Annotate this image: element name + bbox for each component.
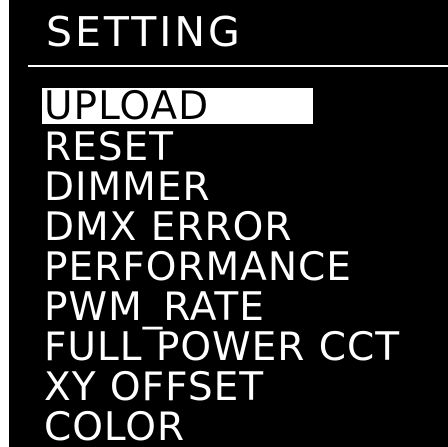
menu-item-color[interactable]: COLOR bbox=[42, 408, 400, 447]
menu-item-xy-offset[interactable]: XY OFFSET bbox=[42, 368, 400, 408]
title-divider bbox=[28, 65, 448, 67]
page-title: SETTING bbox=[46, 8, 243, 56]
menu-item-reset[interactable]: RESET bbox=[42, 128, 400, 168]
settings-menu: UPLOAD RESET DIMMER DMX ERROR PERFORMANC… bbox=[42, 87, 400, 447]
menu-item-dmx-error[interactable]: DMX ERROR bbox=[42, 208, 400, 248]
menu-item-upload[interactable]: UPLOAD bbox=[42, 87, 313, 126]
display-screen: SETTING UPLOAD RESET DIMMER DMX ERROR PE… bbox=[9, 0, 448, 447]
menu-item-pwm-rate[interactable]: PWM_RATE bbox=[42, 288, 400, 328]
menu-item-performance[interactable]: PERFORMANCE bbox=[42, 248, 400, 288]
menu-item-full-power-cct[interactable]: FULL POWER CCT bbox=[42, 328, 400, 368]
menu-item-dimmer[interactable]: DIMMER bbox=[42, 168, 400, 208]
